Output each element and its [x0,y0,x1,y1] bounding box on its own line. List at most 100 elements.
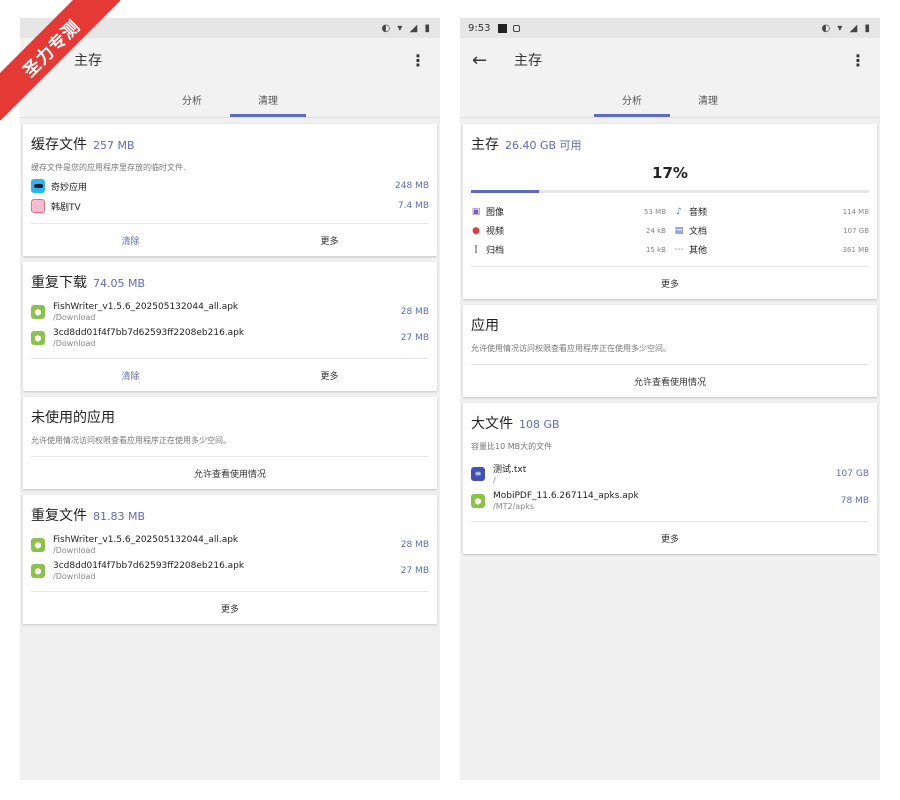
android-icon: ⬢ [31,305,45,319]
legend-value: 361 MB [842,245,869,254]
file-path: /MT2/apks [493,502,535,511]
apps-card: 应用 允许使用情况访问权限查看应用程序正在使用多少空间。 允许查看使用情况 [463,305,877,397]
list-item[interactable]: ⬢ 3cd8dd01f4f7bb7d62593ff2208eb216.apk /… [31,561,429,581]
card-actions: 更多 [471,521,869,554]
android-icon: ⬢ [31,538,45,552]
cache-files-card: 缓存文件 257 MB 缓存文件是您的应用程序里存放的临时文件. 奇妙应用 24… [23,124,437,256]
file-name: 测试.txt [493,465,527,475]
file-name: MobiPDF_11.6.267114_apks.apk [493,491,639,501]
card-actions: 允许查看使用情况 [471,364,869,397]
allow-usage-button[interactable]: 允许查看使用情况 [471,375,869,388]
large-files-title: 大文件 [471,416,513,432]
text-file-icon: ≡ [471,466,485,481]
tab-analysis[interactable]: 分析 [594,82,670,117]
file-name: 3cd8dd01f4f7bb7d62593ff2208eb216.apk [53,561,245,571]
app-bar: 主存 ⋮ [20,38,440,82]
archive-icon: ⫿ [474,244,478,255]
cache-files-desc: 缓存文件是您的应用程序里存放的临时文件. [31,163,186,172]
status-icons: ◐ ▾ ◢ ▮ [381,22,432,34]
list-item[interactable]: ⬢ MobiPDF_11.6.267114_apks.apk /MT2/apks… [471,491,869,511]
list-item[interactable]: ≡ 测试.txt / 107 GB [471,462,869,485]
right-screen: 9:53 ◐ ▾ ◢ ▮ ← 主存 ⋮ 分析 清理 主存 26.40 GB 可用… [460,18,880,780]
page-title: 主存 [514,53,542,69]
document-icon: ▤ [674,225,684,236]
legend-value: 24 kB [646,226,666,235]
file-path: /Download [53,572,96,581]
list-item[interactable]: ⬢ FishWriter_v1.5.6_202505132044_all.apk… [31,535,429,555]
cache-files-title: 缓存文件 [31,137,87,153]
app-icon-qimiao [31,179,45,193]
more-button[interactable]: 更多 [230,234,429,247]
file-size: 28 MB [400,307,429,317]
notification-icon [498,23,508,33]
more-button[interactable]: 更多 [471,277,869,290]
overflow-menu-icon[interactable]: ⋮ [408,51,428,70]
android-icon: ⬢ [31,564,45,578]
list-item[interactable]: 奇妙应用 248 MB [31,179,429,193]
legend-name: 归档 [486,246,505,256]
legend-name: 其他 [689,246,708,256]
item-size: 7.4 MB [397,201,429,211]
music-note-icon: ♪ [676,206,682,217]
more-button[interactable]: 更多 [471,532,869,545]
duplicate-files-size: 81.83 MB [93,510,146,523]
legend-item-documents[interactable]: ▤ 文档 107 GB [674,224,869,238]
storage-usage-bar [471,190,869,193]
item-name: 奇妙应用 [51,182,88,193]
duplicate-downloads-card: 重复下载 74.05 MB ⬢ FishWriter_v1.5.6_202505… [23,262,437,391]
legend-name: 音频 [689,208,708,218]
android-icon: ⬢ [31,331,45,345]
status-time: 9:53 [468,22,491,34]
app-bar: ← 主存 ⋮ [460,38,880,82]
legend-value: 53 MB [644,207,666,216]
tab-cleanup[interactable]: 清理 [670,82,746,117]
unused-apps-desc: 允许使用情况访问权限查看应用程序正在使用多少空间。 [31,436,231,445]
more-button[interactable]: 更多 [230,369,429,382]
storage-title: 主存 [471,137,499,153]
list-item[interactable]: ⬢ FishWriter_v1.5.6_202505132044_all.apk… [31,302,429,322]
large-files-size: 108 GB [519,418,560,431]
unused-apps-title: 未使用的应用 [31,410,115,426]
card-actions: 允许查看使用情况 [31,456,429,489]
file-size: 27 MB [400,566,429,576]
large-files-desc: 容量比10 MB大的文件 [471,442,553,451]
notification-icon [513,24,521,32]
card-actions: 清除 更多 [31,223,429,256]
tab-bar: 分析 清理 [20,82,440,118]
legend-value: 114 MB [842,207,869,216]
legend-item-audio[interactable]: ♪ 音频 114 MB [674,205,869,219]
item-name: 韩剧TV [51,202,81,213]
duplicate-files-title: 重复文件 [31,508,87,524]
legend-item-video[interactable]: ● 视频 24 kB [471,224,666,238]
cache-files-size: 257 MB [93,139,135,152]
more-button[interactable]: 更多 [31,602,429,615]
list-item[interactable]: ⬢ 3cd8dd01f4f7bb7d62593ff2208eb216.apk /… [31,328,429,348]
legend-item-other[interactable]: ⋯ 其他 361 MB [674,243,870,257]
app-icon-hanjutv [31,199,45,213]
storage-available: 26.40 GB 可用 [505,139,582,152]
file-size: 107 GB [835,468,869,479]
tab-cleanup[interactable]: 清理 [230,82,306,117]
storage-usage-fill [471,190,539,193]
tab-analysis[interactable]: 分析 [154,82,230,117]
allow-usage-button[interactable]: 允许查看使用情况 [31,467,429,480]
storage-card: 主存 26.40 GB 可用 17% ▣ 图像 53 MB ♪ 音频 114 M… [463,124,877,299]
legend-item-archives[interactable]: ⫿ 归档 15 kB [471,243,666,257]
overflow-menu-icon[interactable]: ⋮ [848,51,868,70]
clear-button[interactable]: 清除 [31,369,230,382]
legend-item-images[interactable]: ▣ 图像 53 MB [471,205,666,219]
storage-percent: 17% [652,164,688,182]
file-path: /Download [53,339,96,348]
back-arrow-icon[interactable]: ← [472,50,500,71]
file-size: 78 MB [840,496,869,506]
legend-name: 视频 [486,227,505,237]
apps-desc: 允许使用情况访问权限查看应用程序正在使用多少空间。 [471,344,671,353]
card-actions: 更多 [471,266,869,299]
item-size: 248 MB [395,181,429,191]
video-icon: ● [472,225,480,236]
clear-button[interactable]: 清除 [31,234,230,247]
unused-apps-card: 未使用的应用 允许使用情况访问权限查看应用程序正在使用多少空间。 允许查看使用情… [23,397,437,489]
list-item[interactable]: 韩剧TV 7.4 MB [31,199,429,213]
legend-name: 图像 [486,208,505,218]
tab-bar: 分析 清理 [460,82,880,118]
